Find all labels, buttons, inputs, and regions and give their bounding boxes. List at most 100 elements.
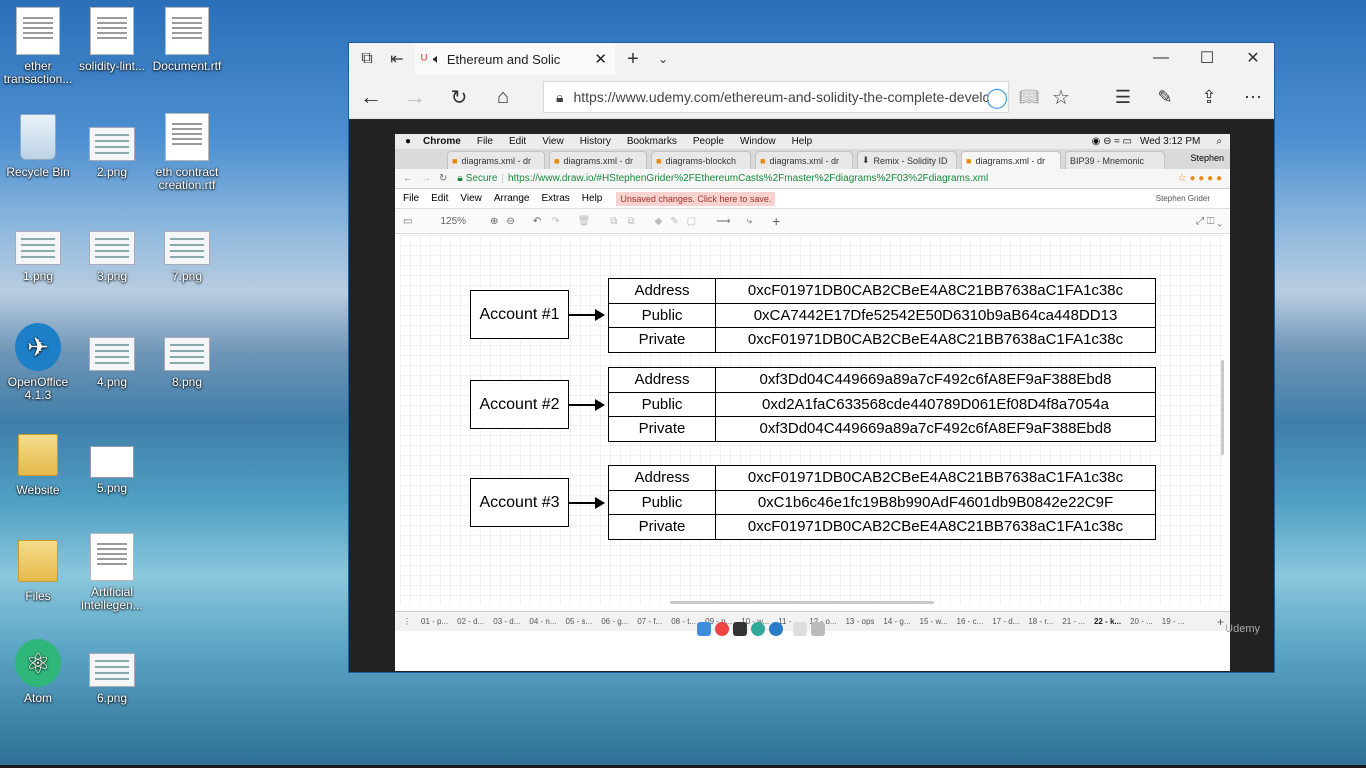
add-page-icon[interactable]: + bbox=[1217, 615, 1224, 629]
menubar-item-file[interactable]: File bbox=[477, 136, 493, 147]
zoom-out-icon[interactable]: ⊖ bbox=[506, 216, 514, 227]
account-3-box[interactable]: Account #3 bbox=[470, 478, 569, 527]
unsaved-changes-banner[interactable]: Unsaved changes. Click here to save. bbox=[616, 191, 776, 206]
menubar-item-bookmarks[interactable]: Bookmarks bbox=[627, 136, 677, 147]
web-note-pen-icon[interactable]: ✎ bbox=[1151, 83, 1179, 111]
chrome-url-bar[interactable]: ← → ↻ 🔒︎ Secure | https://www.draw.io/#H… bbox=[395, 169, 1230, 189]
desktop-icon-png[interactable]: 2.png bbox=[74, 126, 150, 179]
vertical-scrollbar[interactable] bbox=[1221, 360, 1224, 455]
page-tab[interactable]: 05 - s... bbox=[566, 617, 593, 626]
video-player[interactable]: ● Chrome File Edit View History Bookmark… bbox=[349, 120, 1274, 672]
reading-view-icon[interactable]: 📖︎ bbox=[1015, 83, 1043, 111]
page-tab[interactable]: 18 - r... bbox=[1028, 617, 1053, 626]
forward-icon[interactable]: → bbox=[401, 83, 429, 111]
drawio-canvas[interactable]: Account #1 Address 0xcF01971DB0CAB2CBeE4A… bbox=[400, 235, 1224, 605]
page-tab[interactable]: 13 - ops bbox=[845, 617, 874, 626]
desktop-icon-png[interactable]: 6.png bbox=[74, 652, 150, 705]
edge-tab-active[interactable]: ᵁ 🔈︎ Ethereum and Solic ✕ bbox=[415, 43, 615, 75]
page-tab-active[interactable]: 22 - k... bbox=[1094, 617, 1121, 626]
chrome-tab[interactable]: ⬇ Remix - Solidity ID bbox=[857, 151, 957, 169]
desktop-icon-openoffice[interactable]: ✈ OpenOffice 4.1.3 bbox=[0, 322, 76, 402]
drawio-menu-arrange[interactable]: Arrange bbox=[494, 193, 530, 204]
desktop-icon-doc[interactable]: solidity-lint... bbox=[74, 6, 150, 73]
redo-icon[interactable]: ↷ bbox=[551, 216, 559, 227]
menubar-item-view[interactable]: View bbox=[542, 136, 564, 147]
to-back-icon[interactable]: ⧉ bbox=[627, 216, 634, 227]
desktop-icon-folder[interactable]: Files bbox=[0, 536, 76, 603]
tab-list-chevron-icon[interactable]: ⌄ bbox=[651, 49, 675, 69]
desktop-icon-doc[interactable]: Artificial intellegen... bbox=[74, 532, 150, 612]
zoom-in-icon[interactable]: ⊕ bbox=[490, 216, 498, 227]
home-icon[interactable]: ⌂ bbox=[489, 83, 517, 111]
insert-plus-icon[interactable]: + bbox=[772, 213, 780, 229]
page-tab[interactable]: 03 - d... bbox=[493, 617, 520, 626]
menubar-item-chrome[interactable]: Chrome bbox=[423, 136, 461, 147]
extension-icons[interactable]: ☆ ● ● ● ● bbox=[1178, 173, 1222, 184]
waypoints-icon[interactable]: ⤷ bbox=[746, 216, 752, 227]
menubar-item-history[interactable]: History bbox=[580, 136, 611, 147]
drawio-user[interactable]: Stephen Grider bbox=[1156, 194, 1210, 203]
panel-toggle-icon[interactable]: ▭ bbox=[403, 216, 412, 227]
page-tab[interactable]: 02 - d... bbox=[457, 617, 484, 626]
maximize-icon[interactable]: ☐ bbox=[1195, 47, 1219, 69]
shadow-icon[interactable]: ▢ bbox=[687, 216, 696, 227]
back-icon[interactable]: ← bbox=[403, 173, 413, 184]
page-tab[interactable]: 16 - c... bbox=[957, 617, 984, 626]
page-tab[interactable]: 19 - ... bbox=[1162, 617, 1185, 626]
desktop-icon-png[interactable]: 5.png bbox=[74, 446, 150, 495]
cortana-icon[interactable]: ◯ bbox=[985, 85, 1009, 109]
menubar-item-people[interactable]: People bbox=[693, 136, 724, 147]
fill-color-icon[interactable]: ◆ bbox=[655, 216, 663, 227]
finder-icon[interactable] bbox=[697, 622, 711, 636]
address-bar[interactable]: 🔒︎ https://www.udemy.com/ethereum-and-so… bbox=[543, 81, 1009, 113]
desktop-icon-png[interactable]: 1.png bbox=[0, 230, 76, 283]
refresh-icon[interactable]: ↻ bbox=[445, 83, 473, 111]
desktop-icon-folder[interactable]: Website bbox=[0, 430, 76, 497]
delete-icon[interactable]: 🗑︎ bbox=[578, 216, 591, 227]
desktop-icon-doc[interactable]: Document.rtf bbox=[149, 6, 225, 73]
account-1-key-table[interactable]: Address 0xcF01971DB0CAB2CBeE4A8C21BB7638a… bbox=[608, 278, 1156, 353]
page-tab[interactable]: 21 - ... bbox=[1062, 617, 1085, 626]
spotlight-icon[interactable]: ⌕ bbox=[1216, 136, 1222, 147]
account-2-key-table[interactable]: Address 0xf3Dd04C449669a89a7cF492c6fA8EF9… bbox=[608, 367, 1156, 442]
drawio-menu-view[interactable]: View bbox=[460, 193, 482, 204]
page-tab[interactable]: 15 - w... bbox=[920, 617, 948, 626]
desktop-icon-doc[interactable]: eth contract creation.rtf bbox=[149, 112, 225, 192]
desktop-icon-png[interactable]: 7.png bbox=[149, 230, 225, 283]
zoom-select[interactable]: 125% bbox=[440, 216, 466, 227]
pages-menu-icon[interactable]: ⋮ bbox=[403, 617, 411, 626]
trash-icon[interactable] bbox=[811, 622, 825, 636]
document-dock-icon[interactable] bbox=[793, 622, 807, 636]
horizontal-scrollbar[interactable] bbox=[670, 601, 934, 604]
page-tab[interactable]: 08 - t... bbox=[671, 617, 696, 626]
desktop-icon-png[interactable]: 3.png bbox=[74, 230, 150, 283]
page-tab[interactable]: 17 - d... bbox=[992, 617, 1019, 626]
close-tab-icon[interactable]: ✕ bbox=[594, 50, 607, 68]
line-color-icon[interactable]: ✎ bbox=[670, 216, 678, 227]
chrome-tab-active[interactable]: ■ diagrams.xml - dr bbox=[961, 151, 1061, 169]
to-front-icon[interactable]: ⧉ bbox=[610, 216, 617, 227]
account-1-box[interactable]: Account #1 bbox=[470, 290, 569, 339]
desktop-icon-png[interactable]: 4.png bbox=[74, 336, 150, 389]
account-2-box[interactable]: Account #2 bbox=[470, 380, 569, 429]
chrome-profile[interactable]: Stephen bbox=[1190, 153, 1224, 163]
fullscreen-icon[interactable]: ⤢ ◫ ⌄ bbox=[1196, 216, 1222, 227]
undo-icon[interactable]: ↶ bbox=[533, 216, 541, 227]
app-dock-icon[interactable] bbox=[769, 622, 783, 636]
close-window-icon[interactable]: ✕ bbox=[1241, 47, 1265, 69]
chrome-tab[interactable]: ■ diagrams-blockch bbox=[651, 151, 751, 169]
chrome-tab[interactable]: ■ diagrams.xml - dr bbox=[447, 151, 545, 169]
page-tab[interactable]: 14 - g... bbox=[883, 617, 910, 626]
back-icon[interactable]: ← bbox=[357, 83, 385, 111]
minimize-icon[interactable]: — bbox=[1149, 47, 1173, 69]
reload-icon[interactable]: ↻ bbox=[439, 173, 447, 184]
page-tab[interactable]: 07 - f... bbox=[637, 617, 662, 626]
desktop-icon-atom[interactable]: ⚛ Atom bbox=[0, 638, 76, 705]
favorites-hub-icon[interactable]: ☰ bbox=[1109, 83, 1137, 111]
speaker-icon[interactable]: 🔈︎ bbox=[433, 51, 441, 67]
page-tab[interactable]: 01 - p... bbox=[421, 617, 448, 626]
more-menu-icon[interactable]: ⋯ bbox=[1239, 83, 1267, 111]
page-tab[interactable]: 04 - n... bbox=[529, 617, 556, 626]
menubar-item-window[interactable]: Window bbox=[740, 136, 776, 147]
menubar-item-edit[interactable]: Edit bbox=[509, 136, 526, 147]
